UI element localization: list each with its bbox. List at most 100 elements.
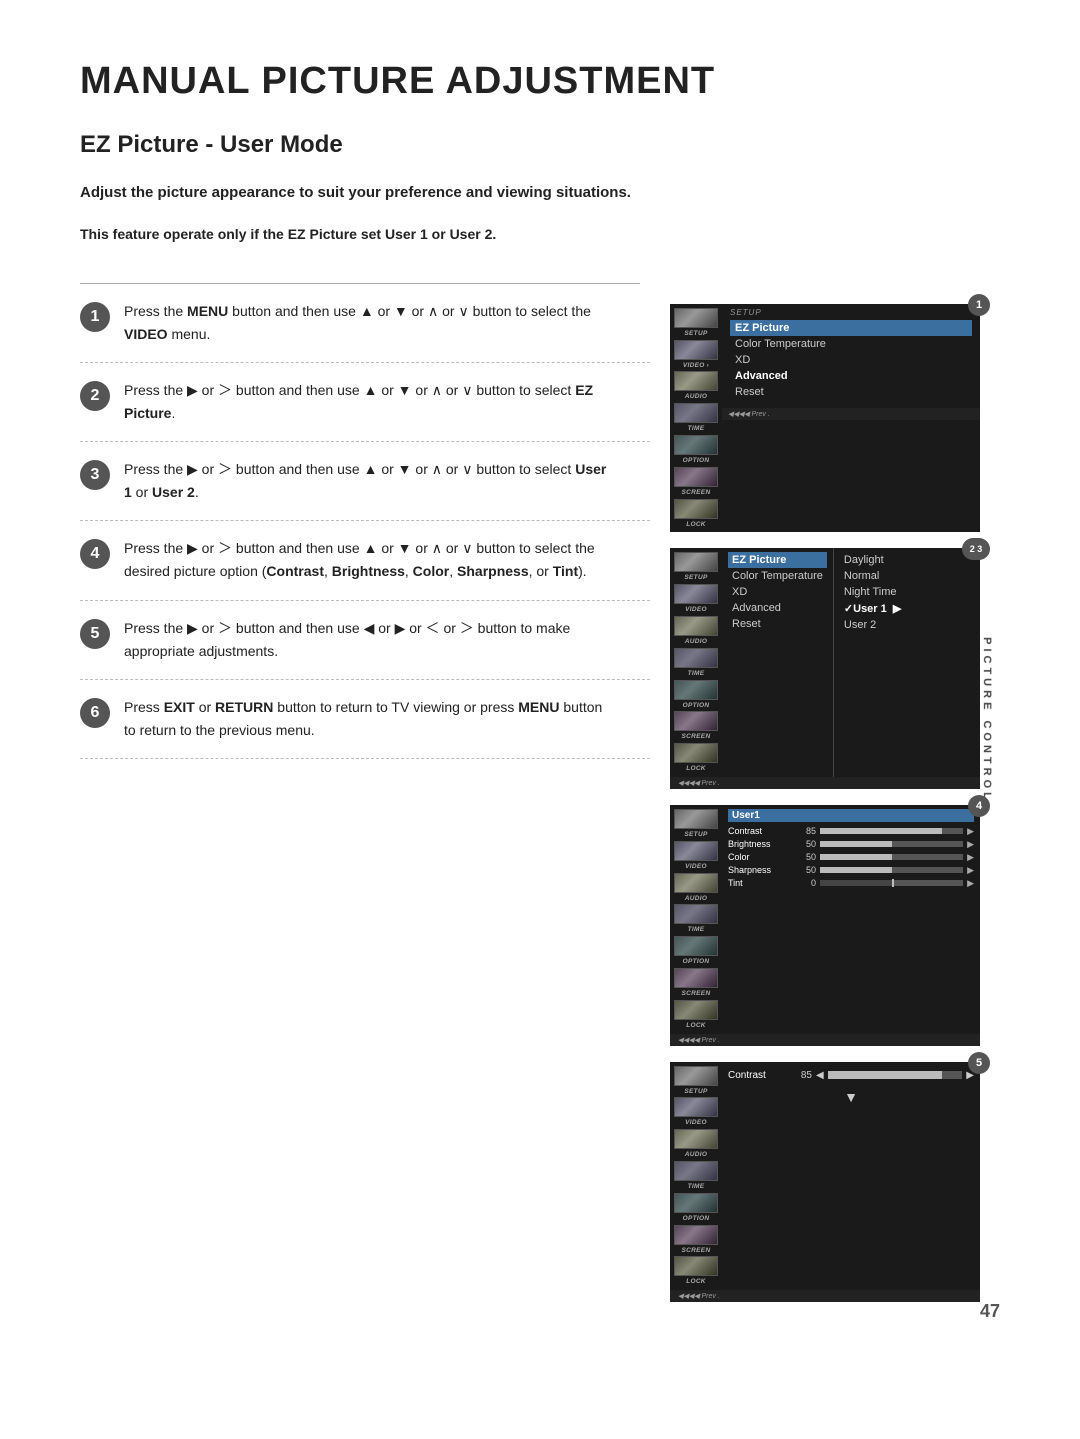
bar-contrast-single — [828, 1071, 963, 1079]
thumb-option — [674, 435, 718, 455]
thumb3-video — [674, 841, 718, 861]
sub2-user1: ✓User 1 ▶ — [840, 600, 905, 617]
bar-fill-contrast-single — [828, 1071, 942, 1079]
row-contrast: Contrast 85 ▶ — [728, 825, 974, 838]
menu2-advanced: Advanced — [728, 600, 827, 616]
bar-fill-color — [820, 854, 892, 860]
thumb-lock — [674, 499, 718, 519]
ss-badge-1: 1 — [968, 294, 990, 316]
ss-badge-4: 4 — [968, 795, 990, 817]
step-circle-6: 6 — [80, 698, 110, 728]
thumb3-label-option: OPTION — [683, 958, 710, 966]
prev-label-3: ◀◀◀◀ Prev . — [670, 1034, 980, 1046]
thumb4-label-time: TIME — [688, 1183, 705, 1191]
label-sharpness: Sharpness — [728, 865, 794, 875]
thumb4-label-setup: SETUP — [684, 1088, 707, 1096]
thumb-label-time: TIME — [688, 425, 705, 433]
label-tint: Tint — [728, 878, 794, 888]
thumb4-option — [674, 1193, 718, 1213]
steps-area: 1 Press the MENU button and then use ▲ o… — [80, 284, 1000, 1302]
step-6: 6 Press EXIT or RETURN button to return … — [80, 680, 650, 759]
label-contrast: Contrast — [728, 826, 794, 836]
thumb3-label-screen: SCREEN — [682, 990, 711, 998]
bar-color — [820, 854, 963, 860]
val-color: 50 — [798, 852, 816, 862]
thumb-setup — [674, 308, 718, 328]
thumb3-lock — [674, 1000, 718, 1020]
arrow-tint: ▶ — [967, 878, 974, 889]
prev-label-2: ◀◀◀◀ Prev . — [670, 777, 980, 789]
thumb-label-option: OPTION — [683, 457, 710, 465]
step-text-1: Press the MENU button and then use ▲ or … — [124, 300, 614, 346]
thumb-label-video: VIDEO › — [683, 362, 709, 370]
tv-menu-2: SETUP VIDEO AUDIO TIME OPTION SCREEN — [670, 548, 980, 777]
prev-label-4: ◀◀◀◀ Prev . — [670, 1290, 980, 1302]
thumb3-time — [674, 904, 718, 924]
label-contrast-single: Contrast — [728, 1070, 788, 1081]
vertical-label: PICTURE CONTROL — [981, 637, 993, 803]
thumb4-lock — [674, 1256, 718, 1276]
tv-picture-content-3: User1 Contrast 85 ▶ — [722, 805, 980, 1034]
thumb-screen — [674, 467, 718, 487]
thumb2-lock — [674, 743, 718, 763]
intro-text: Adjust the picture appearance to suit yo… — [80, 181, 640, 205]
menu-title-1: SETUP — [730, 308, 972, 317]
menu-item-xd: XD — [730, 352, 972, 368]
row-color: Color 50 ▶ — [728, 851, 974, 864]
thumb4-time — [674, 1161, 718, 1181]
menu2-color-temp: Color Temperature — [728, 568, 827, 584]
sub2-daylight: Daylight — [840, 552, 905, 568]
step-circle-2: 2 — [80, 381, 110, 411]
thumb2-label-lock: LOCK — [686, 765, 706, 773]
arrow-color: ▶ — [967, 852, 974, 863]
page: MANUAL PICTURE ADJUSTMENT EZ Picture - U… — [0, 0, 1080, 1362]
bar-tint — [820, 880, 963, 886]
screenshot-4: 5 SETUP VIDEO AUDIO TIME — [670, 1062, 980, 1303]
step-circle-1: 1 — [80, 302, 110, 332]
menu-item-reset: Reset — [730, 384, 972, 400]
thumb2-label-option: OPTION — [683, 702, 710, 710]
step-4: 4 Press the ▶ or ＞ button and then use ▲… — [80, 521, 650, 600]
tv-menu-1: SETUP VIDEO › AUDIO TIME OPTION SCREEN — [670, 304, 980, 533]
thumb2-screen — [674, 711, 718, 731]
down-arrow-indicator: ▼ — [728, 1089, 974, 1105]
tv-menu-content-1: SETUP EZ Picture Color Temperature XD Ad… — [722, 304, 980, 533]
step-text-2: Press the ▶ or ＞ button and then use ▲ o… — [124, 379, 614, 425]
label-color: Color — [728, 852, 794, 862]
bar-fill-contrast — [820, 828, 942, 834]
row-brightness: Brightness 50 ▶ — [728, 838, 974, 851]
screenshots-wrapper: 1 SETUP VIDEO › AUDIO TIME — [670, 284, 980, 1302]
ss-badge-5: 5 — [968, 1052, 990, 1074]
thumb-video — [674, 340, 718, 360]
tv-sidebar-1: SETUP VIDEO › AUDIO TIME OPTION SCREEN — [670, 304, 722, 533]
thumb2-option — [674, 680, 718, 700]
thumb4-label-screen: SCREEN — [682, 1247, 711, 1255]
thumb4-video — [674, 1097, 718, 1117]
step-text-6: Press EXIT or RETURN button to return to… — [124, 696, 614, 742]
arrow-contrast: ▶ — [967, 826, 974, 837]
screenshot-1: 1 SETUP VIDEO › AUDIO TIME — [670, 304, 980, 533]
menu-item-advanced: Advanced — [730, 368, 972, 384]
row-sharpness: Sharpness 50 ▶ — [728, 864, 974, 877]
steps-right: 1 SETUP VIDEO › AUDIO TIME — [650, 284, 1000, 1302]
bar-contrast — [820, 828, 963, 834]
sub2-nighttime: Night Time — [840, 584, 905, 600]
screenshot-3: 4 SETUP VIDEO AUDIO TIME — [670, 805, 980, 1046]
contrast-row-single: Contrast 85 ◀ ▶ — [728, 1070, 974, 1081]
thumb2-audio — [674, 616, 718, 636]
step-2: 2 Press the ▶ or ＞ button and then use ▲… — [80, 363, 650, 442]
thumb-label-lock: LOCK — [686, 521, 706, 529]
thumb2-label-time: TIME — [688, 670, 705, 678]
thumb3-screen — [674, 968, 718, 988]
feature-note: This feature operate only if the EZ Pict… — [80, 223, 640, 247]
label-brightness: Brightness — [728, 839, 794, 849]
arrow-sharpness: ▶ — [967, 865, 974, 876]
thumb4-audio — [674, 1129, 718, 1149]
thumb4-screen — [674, 1225, 718, 1245]
step-3: 3 Press the ▶ or ＞ button and then use ▲… — [80, 442, 650, 521]
step-circle-4: 4 — [80, 539, 110, 569]
arrow-brightness: ▶ — [967, 839, 974, 850]
steps-left: 1 Press the MENU button and then use ▲ o… — [80, 284, 650, 1302]
bar-fill-brightness — [820, 841, 892, 847]
step-text-3: Press the ▶ or ＞ button and then use ▲ o… — [124, 458, 614, 504]
